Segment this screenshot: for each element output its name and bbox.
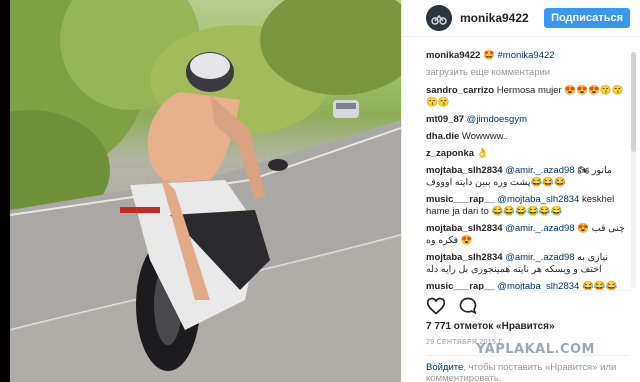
comment-username[interactable]: mt09_87 [426, 114, 464, 125]
watermark: YAPLAKAL.COM [476, 342, 595, 357]
caption-text[interactable]: 🤩 #monika9422 [483, 50, 555, 61]
heart-outline-icon[interactable] [426, 296, 446, 316]
comment-item: z_zaponka 👌 [426, 148, 626, 160]
follow-button[interactable]: Подписаться [544, 8, 630, 28]
comment-username[interactable]: music___rap__ [426, 194, 495, 205]
comment-item: dha.die Wowwww.. [426, 131, 626, 143]
motorcycle-avatar-icon [431, 14, 447, 25]
comment-text: Wowwww.. [461, 131, 509, 142]
comment-mention[interactable]: @mojtaba_slh2834 [497, 281, 579, 290]
likes-count[interactable]: 7 771 отметок «Нравится» [426, 321, 555, 332]
comment-item: mojtaba_slh2834 @amir._.azad98 نیازی به … [426, 252, 626, 276]
caption: monika9422 🤩 #monika9422 [426, 50, 626, 62]
action-bar [426, 296, 478, 316]
comment-username[interactable]: dha.die [426, 131, 459, 142]
comment-item: sandro_carrizo Hermosa mujer 😍😍😍😙😙😙😙 [426, 85, 626, 109]
comment-text: 👌 [476, 148, 489, 159]
avatar[interactable] [426, 5, 452, 31]
comment-username[interactable]: mojtaba_slh2834 [426, 165, 503, 176]
comment-username[interactable]: mojtaba_slh2834 [426, 252, 503, 263]
comment-text: 😂😂😂 [581, 281, 618, 290]
post-sidebar: monika9422 Подписаться monika9422 🤩 #mon… [401, 0, 640, 382]
comment-mention[interactable]: @amir._.azad98 [505, 252, 574, 263]
comment-mention[interactable]: @mojtaba_slh2834 [497, 194, 579, 205]
comment-username[interactable]: z_zaponka [426, 148, 474, 159]
scrollbar-thumb[interactable] [631, 52, 636, 152]
login-prompt: Войдите, чтобы поставить «Нравится» или … [426, 362, 636, 382]
caption-username[interactable]: monika9422 [426, 50, 480, 61]
comment-mention[interactable]: @jimdoesgym [467, 114, 527, 125]
comment-item: mt09_87 @jimdoesgym [426, 114, 626, 126]
divider [426, 290, 630, 291]
login-link[interactable]: Войдите [426, 362, 463, 373]
post-photo[interactable] [10, 0, 401, 382]
comments-scrollbar[interactable] [631, 52, 636, 288]
comment-item: music___rap__ @mojtaba_slh2834 😂😂😂 [426, 281, 626, 290]
comment-username[interactable]: mojtaba_slh2834 [426, 223, 503, 234]
comment-username[interactable]: sandro_carrizo [426, 85, 494, 96]
load-more-comments-link[interactable]: загрузить еще комментарии [426, 67, 626, 79]
comment-username[interactable]: music___rap__ [426, 281, 495, 290]
motorcycle-photo [10, 0, 401, 382]
comment-item: mojtaba_slh2834 @amir._.azad98 مانور 🏍 پ… [426, 165, 626, 189]
comment-mention[interactable]: @amir._.azad98 [505, 223, 574, 234]
comment-container: sandro_carrizo Hermosa mujer 😍😍😍😙😙😙😙 mt09… [426, 85, 626, 290]
post-header: monika9422 Подписаться [402, 0, 640, 37]
comment-item: music___rap__ @mojtaba_slh2834 keskhel h… [426, 194, 626, 218]
comments-list[interactable]: monika9422 🤩 #monika9422 загрузить еще к… [426, 50, 626, 290]
header-username[interactable]: monika9422 [460, 11, 544, 25]
comment-item: mojtaba_slh2834 @amir._.azad98 چنی قب 😍 … [426, 223, 626, 247]
speech-bubble-icon[interactable] [458, 296, 478, 316]
comment-mention[interactable]: @amir._.azad98 [505, 165, 574, 176]
